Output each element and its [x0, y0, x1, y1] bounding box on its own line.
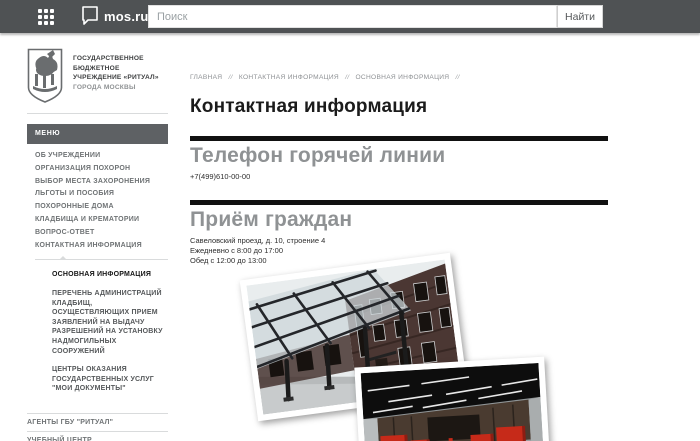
org-name-line: ГОРОДА МОСКВЫ: [73, 83, 136, 91]
search-button[interactable]: Найти: [557, 5, 603, 28]
breadcrumb-home[interactable]: ГЛАВНАЯ: [190, 74, 222, 81]
breadcrumb: ГЛАВНАЯ // КОНТАКТНАЯ ИНФОРМАЦИЯ // ОСНО…: [190, 74, 608, 81]
main-content: ГЛАВНАЯ // КОНТАКТНАЯ ИНФОРМАЦИЯ // ОСНО…: [190, 74, 608, 266]
mos-ru-logo-text: mos.ru: [104, 8, 149, 24]
main-menu: ОБ УЧРЕЖДЕНИИ ОРГАНИЗАЦИЯ ПОХОРОН ВЫБОР …: [27, 144, 168, 256]
reception-address: Савеловский проезд, д. 10, строение 4: [190, 236, 326, 245]
menu-item-contacts[interactable]: КОНТАКТНАЯ ИНФОРМАЦИЯ: [35, 240, 168, 253]
speech-bubble-icon: [82, 6, 98, 25]
reception-hours: Ежедневно с 8:00 до 17:00: [190, 246, 284, 255]
divider: [27, 113, 168, 114]
breadcrumb-separator: //: [228, 74, 233, 81]
section-divider-bar: [190, 136, 608, 141]
menu-item-benefits[interactable]: ЛЬГОТЫ И ПОСОБИЯ: [35, 188, 168, 201]
breadcrumb-separator: //: [345, 74, 350, 81]
submenu-pointer: [35, 256, 168, 261]
breadcrumb-basic-info[interactable]: ОСНОВНАЯ ИНФОРМАЦИЯ: [355, 74, 449, 81]
breadcrumb-separator: //: [455, 74, 460, 81]
contacts-submenu: ОСНОВНАЯ ИНФОРМАЦИЯ ПЕРЕЧЕНЬ АДМИНИСТРАЦ…: [27, 260, 168, 413]
menu-item-funeral-homes[interactable]: ПОХОРОННЫЕ ДОМА: [35, 201, 168, 214]
mos-ru-logo[interactable]: mos.ru: [80, 5, 149, 27]
moscow-coat-of-arms-icon: [27, 48, 63, 103]
reception-heading: Приём граждан: [190, 208, 353, 231]
search-input[interactable]: [148, 5, 557, 28]
submenu-item-my-documents-centers[interactable]: ЦЕНТРЫ ОКАЗАНИЯ ГОСУДАРСТВЕННЫХ УСЛУГ "М…: [52, 365, 168, 394]
photo-interior-hall: [354, 356, 552, 441]
org-header[interactable]: ГОСУДАРСТВЕННОЕ БЮДЖЕТНОЕ УЧРЕЖДЕНИЕ «РИ…: [27, 48, 168, 104]
submenu-item-administrations-list[interactable]: ПЕРЕЧЕНЬ АДМИНИСТРАЦИЙ КЛАДБИЩ, ОСУЩЕСТВ…: [52, 289, 168, 356]
section-divider-bar: [190, 200, 608, 205]
sidebar-item-training-center[interactable]: УЧЕБНЫЙ ЦЕНТР: [27, 432, 168, 441]
menu-title-bar[interactable]: МЕНЮ: [27, 124, 168, 144]
breadcrumb-contact-info[interactable]: КОНТАКТНАЯ ИНФОРМАЦИЯ: [239, 74, 339, 81]
menu-item-about[interactable]: ОБ УЧРЕЖДЕНИИ: [35, 150, 168, 163]
menu-item-funeral-organization[interactable]: ОРГАНИЗАЦИЯ ПОХОРОН: [35, 163, 168, 176]
sidebar-item-agents[interactable]: АГЕНТЫ ГБУ "РИТУАЛ": [27, 414, 168, 431]
top-bar: mos.ru Найти: [0, 0, 700, 33]
sidebar: ГОСУДАРСТВЕННОЕ БЮДЖЕТНОЕ УЧРЕЖДЕНИЕ «РИ…: [27, 48, 168, 441]
menu-item-cemeteries[interactable]: КЛАДБИЩА И КРЕМАТОРИИ: [35, 214, 168, 227]
hotline-phone: +7(499)610-00-00: [190, 172, 251, 181]
apps-grid-icon[interactable]: [38, 9, 54, 25]
org-name-line: БЮДЖЕТНОЕ: [73, 64, 120, 72]
org-name: ГОСУДАРСТВЕННОЕ БЮДЖЕТНОЕ УЧРЕЖДЕНИЕ «РИ…: [73, 48, 159, 92]
org-name-line: УЧРЕЖДЕНИЕ «РИТУАЛ»: [73, 74, 159, 81]
menu-item-faq[interactable]: ВОПРОС-ОТВЕТ: [35, 227, 168, 240]
hotline-details: +7(499)610-00-00: [190, 172, 608, 182]
menu-item-burial-place[interactable]: ВЫБОР МЕСТА ЗАХОРОНЕНИЯ: [35, 176, 168, 189]
org-name-line: ГОСУДАРСТВЕННОЕ: [73, 55, 144, 62]
hotline-heading: Телефон горячей линии: [190, 144, 446, 167]
submenu-item-basic-info[interactable]: ОСНОВНАЯ ИНФОРМАЦИЯ: [52, 270, 168, 280]
page-title: Контактная информация: [190, 96, 428, 117]
